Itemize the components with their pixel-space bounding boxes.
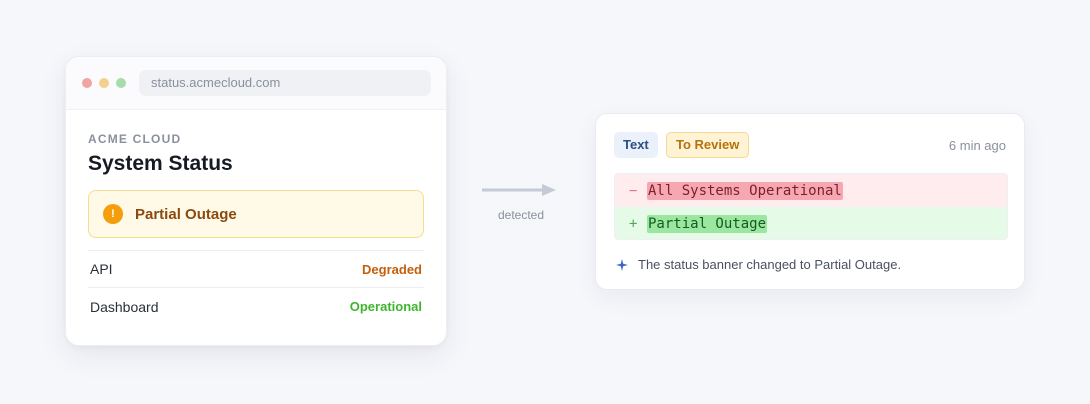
review-status-tag[interactable]: To Review [666, 132, 750, 158]
stage: status.acmecloud.com ACME CLOUD System S… [0, 0, 1090, 404]
change-card[interactable]: Text To Review 6 min ago − All Systems O… [595, 113, 1025, 290]
address-bar[interactable]: status.acmecloud.com [139, 70, 431, 96]
component-list: API Degraded Dashboard Operational [88, 250, 424, 325]
component-row-dashboard: Dashboard Operational [88, 288, 424, 325]
component-name: Dashboard [90, 298, 159, 315]
outage-banner: ! Partial Outage [88, 190, 424, 238]
minus-icon: − [629, 182, 638, 199]
page-title: System Status [88, 152, 233, 175]
browser-window: status.acmecloud.com ACME CLOUD System S… [65, 56, 447, 346]
component-row-api: API Degraded [88, 251, 424, 288]
added-text: Partial Outage [647, 214, 768, 233]
warning-icon: ! [103, 204, 123, 224]
zoom-dot[interactable] [116, 78, 126, 88]
banner-text: Partial Outage [135, 205, 237, 223]
plus-icon: + [629, 215, 638, 232]
text-diff: − All Systems Operational + Partial Outa… [614, 173, 1008, 240]
browser-toolbar: status.acmecloud.com [66, 57, 446, 110]
detected-label: detected [497, 208, 545, 222]
status-page: ACME CLOUD System Status ! Partial Outag… [66, 110, 446, 325]
close-dot[interactable] [82, 78, 92, 88]
diff-removed-line: − All Systems Operational [615, 174, 1007, 207]
change-summary: The status banner changed to Partial Out… [616, 257, 901, 272]
summary-text: The status banner changed to Partial Out… [638, 257, 902, 272]
change-timestamp: 6 min ago [948, 138, 1006, 153]
change-type-tag[interactable]: Text [614, 132, 658, 158]
minimize-dot[interactable] [99, 78, 109, 88]
component-status: Degraded [362, 261, 422, 277]
component-status: Operational [349, 299, 422, 314]
company-eyebrow: ACME CLOUD [88, 132, 182, 146]
arrow-right-icon [482, 184, 556, 196]
diff-added-line: + Partial Outage [615, 207, 1007, 239]
component-name: API [90, 261, 113, 277]
removed-text: All Systems Operational [647, 181, 843, 200]
sparkle-icon [616, 258, 628, 271]
